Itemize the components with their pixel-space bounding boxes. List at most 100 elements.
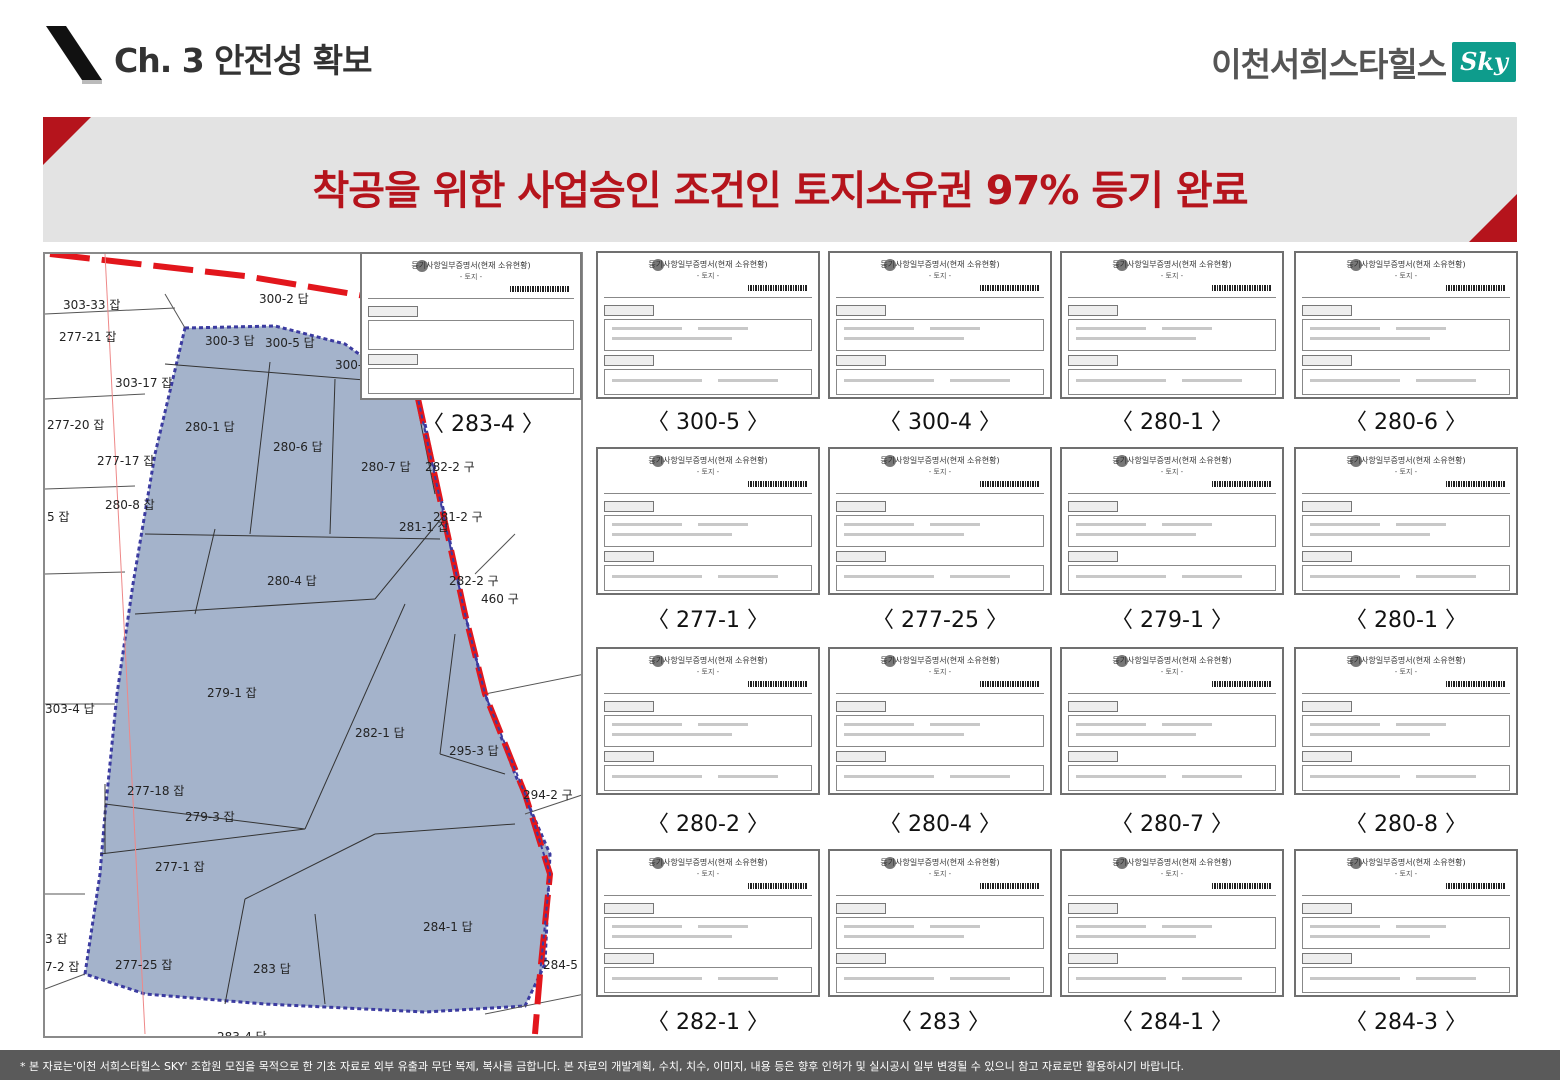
certificate-card: 등기사항일부증명서(현재 소유현황) - 토지 - <box>828 647 1052 795</box>
certificate-title: 등기사항일부증명서(현재 소유현황) <box>880 858 1000 867</box>
map-label: 277-1 잡 <box>155 860 205 874</box>
map-label: 460 구 <box>481 592 519 606</box>
certificate-title: 등기사항일부증명서(현재 소유현황) <box>648 456 768 465</box>
brand-badge: Sky <box>1452 42 1516 82</box>
certificate-subtitle: - 토지 - <box>928 870 952 878</box>
map-label: 282-2 구 <box>449 574 499 588</box>
certificate-card: 등기사항일부증명서(현재 소유현황) - 토지 - <box>1060 251 1284 399</box>
certificate-caption: 〈 282-1 〉 <box>647 1010 769 1035</box>
certificate-caption: 〈 280-6 〉 <box>1345 410 1467 435</box>
certificate-title: 등기사항일부증명서(현재 소유현황) <box>648 656 768 665</box>
certificate-title: 등기사항일부증명서(현재 소유현황) <box>1346 260 1466 269</box>
barcode <box>980 481 1040 487</box>
certificate-caption: 〈 300-4 〉 <box>879 410 1001 435</box>
certificate-title: 등기사항일부증명서(현재 소유현황) <box>880 456 1000 465</box>
barcode <box>1446 883 1506 889</box>
certificate-title: 등기사항일부증명서(현재 소유현황) <box>1346 858 1466 867</box>
brand-logo: 이천서희스타힐스 Sky <box>1211 38 1516 86</box>
certificate-title: 등기사항일부증명서(현재 소유현황) <box>1112 456 1232 465</box>
barcode <box>1446 481 1506 487</box>
map-label: 280-8 잡 <box>105 498 155 512</box>
map-label: 3 잡 <box>45 932 68 946</box>
certificate-caption: 〈 279-1 〉 <box>1111 608 1233 633</box>
map-label: 277-17 잡 <box>97 454 155 468</box>
footer-disclaimer: * 본 자료는'이천 서희스타힐스 SKY' 조합원 모집을 목적으로 한 기초… <box>20 1060 1185 1073</box>
map-label: 279-1 잡 <box>207 686 257 700</box>
barcode <box>1446 681 1506 687</box>
map-label: 283 답 <box>253 962 291 976</box>
certificate-subtitle: - 토지 - <box>1394 870 1418 878</box>
certificate-caption: 〈 280-4 〉 <box>879 812 1001 837</box>
barcode <box>1212 285 1272 291</box>
brand-name: 이천서희스타힐스 <box>1211 45 1447 84</box>
certificate-card: 등기사항일부증명서(현재 소유현황) - 토지 - <box>1294 849 1518 997</box>
map-label: 5 잡 <box>47 510 70 524</box>
barcode <box>980 883 1040 889</box>
barcode <box>748 481 808 487</box>
certificate-subtitle: - 토지 - <box>1160 468 1184 476</box>
certificate-caption: 〈 280-7 〉 <box>1111 812 1233 837</box>
certificate-card: 등기사항일부증명서(현재 소유현황) - 토지 - <box>1060 447 1284 595</box>
certificate-title: 등기사항일부증명서(현재 소유현황) <box>1112 858 1232 867</box>
map-label: 303-33 잡 <box>63 298 121 312</box>
inset-certificate: 등기사항일부증명서(현재 소유현황) - 토지 - <box>360 252 582 400</box>
certificate-card: 등기사항일부증명서(현재 소유현황) - 토지 - <box>828 849 1052 997</box>
barcode <box>980 285 1040 291</box>
map-label: 284-1 답 <box>423 920 473 934</box>
certificate-subtitle: - 토지 - <box>1160 870 1184 878</box>
certificate-caption: 〈 284-3 〉 <box>1345 1010 1467 1035</box>
certificate-card: 등기사항일부증명서(현재 소유현황) - 토지 - <box>1060 849 1284 997</box>
certificate-subtitle: - 토지 - <box>928 468 952 476</box>
certificate-title: 등기사항일부증명서(현재 소유현황) <box>880 656 1000 665</box>
barcode <box>1212 681 1272 687</box>
certificate-subtitle: - 토지 - <box>1160 272 1184 280</box>
certificate-caption: 〈 284-1 〉 <box>1111 1010 1233 1035</box>
certificate-subtitle: - 토지 - <box>696 468 720 476</box>
map-label: 277-20 잡 <box>47 418 105 432</box>
map-label: 279-3 잡 <box>185 810 235 824</box>
certificate-subtitle: - 토지 - <box>1394 272 1418 280</box>
certificate-subtitle: - 토지 - <box>1160 668 1184 676</box>
certificate-card: 등기사항일부증명서(현재 소유현황) - 토지 - <box>1060 647 1284 795</box>
red-boundary-top <box>49 254 366 299</box>
certificate-caption: 〈 280-1 〉 <box>1345 608 1467 633</box>
certificate-subtitle: - 토지 - <box>1394 668 1418 676</box>
map-label: 284-5 답 <box>543 958 581 972</box>
certificate-card: 등기사항일부증명서(현재 소유현황) - 토지 - <box>1294 647 1518 795</box>
certificate-title: 등기사항일부증명서(현재 소유현황) <box>1346 656 1466 665</box>
map-label: 280-6 답 <box>273 440 323 454</box>
headline: 착공을 위한 사업승인 조건인 토지소유권 97% 등기 완료 <box>312 168 1248 214</box>
map-label: 7-2 잡 <box>45 960 80 974</box>
map-label: 303-4 답 <box>45 702 95 716</box>
barcode <box>748 883 808 889</box>
map-label: 280-4 답 <box>267 574 317 588</box>
barcode <box>510 286 570 292</box>
certificate-title: 등기사항일부증명서(현재 소유현황) <box>411 261 531 270</box>
certificate-subtitle: - 토지 - <box>696 668 720 676</box>
certificate-subtitle: - 토지 - <box>928 272 952 280</box>
map-label: 280-7 답 <box>361 460 411 474</box>
barcode <box>748 681 808 687</box>
inset-caption: 〈 283-4 〉 <box>422 412 544 437</box>
certificate-title: 등기사항일부증명서(현재 소유현황) <box>1112 260 1232 269</box>
certificate-title: 등기사항일부증명서(현재 소유현황) <box>1112 656 1232 665</box>
certificate-card: 등기사항일부증명서(현재 소유현황) - 토지 - <box>828 447 1052 595</box>
barcode <box>1446 285 1506 291</box>
map-label: 295-3 답 <box>449 744 499 758</box>
map-label: 277-21 잡 <box>59 330 117 344</box>
map-label: 281-1 잡 <box>399 520 449 534</box>
map-label: 294-2 구 <box>523 788 573 802</box>
barcode <box>748 285 808 291</box>
barcode <box>1212 883 1272 889</box>
map-label: 283-4 답 <box>217 1030 267 1038</box>
certificate-card: 등기사항일부증명서(현재 소유현황) - 토지 - <box>1294 447 1518 595</box>
page-title: Ch. 3 안전성 확보 <box>114 41 372 80</box>
map-label: 280-1 답 <box>185 420 235 434</box>
certificate-subtitle: - 토지 - <box>928 668 952 676</box>
certificate-card: 등기사항일부증명서(현재 소유현황) - 토지 - <box>828 251 1052 399</box>
barcode <box>1212 481 1272 487</box>
map-label: 300-5 답 <box>265 336 315 350</box>
barcode <box>980 681 1040 687</box>
map-label: 303-17 잡 <box>115 376 173 390</box>
certificate-subtitle: - 토지 - <box>696 272 720 280</box>
